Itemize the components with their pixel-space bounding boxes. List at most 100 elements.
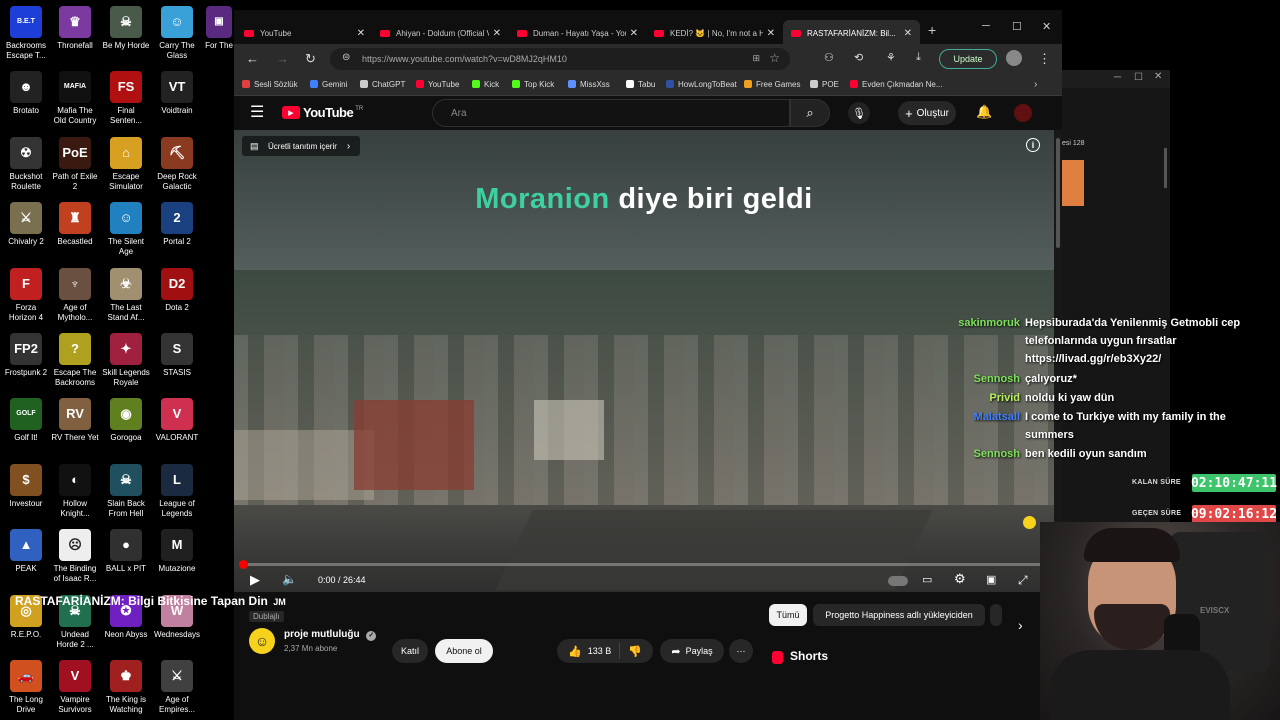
- chip-all[interactable]: Tümü: [769, 604, 807, 626]
- desktop-icon[interactable]: ☣ The Last Stand Af...: [101, 267, 151, 323]
- microphone-icon[interactable]: 🎙: [848, 102, 870, 124]
- desktop-icon[interactable]: L League of Legends: [152, 463, 202, 519]
- hamburger-menu-icon[interactable]: ☰: [250, 102, 264, 122]
- channel-watermark[interactable]: [1018, 516, 1040, 529]
- desktop-icon[interactable]: PoE Path of Exile 2: [50, 136, 100, 192]
- minimize-button[interactable]: ─: [982, 20, 990, 32]
- bookmark-item[interactable]: HowLongToBeat: [666, 80, 737, 89]
- desktop-icon[interactable]: VT Voidtrain: [152, 71, 202, 116]
- desktop-icon[interactable]: S STASIS: [152, 333, 202, 378]
- desktop-icon[interactable]: ✦ Skill Legends Royale: [101, 333, 151, 388]
- extension-icon[interactable]: ⚘: [886, 51, 896, 64]
- desktop-icon[interactable]: ♛ Thronefall: [50, 6, 100, 51]
- desktop-icon[interactable]: ⛏ Deep Rock Galactic: [152, 136, 202, 192]
- minimize-button[interactable]: ─: [1114, 72, 1121, 83]
- reload-icon[interactable]: ↻: [305, 51, 316, 67]
- desktop-icon[interactable]: D2 Dota 2: [152, 267, 202, 313]
- desktop-icon[interactable]: ? Escape The Backrooms: [50, 333, 100, 388]
- desktop-icon[interactable]: MAFIA Mafia The Old Country: [50, 71, 100, 126]
- desktop-icon[interactable]: M Mutazione: [152, 529, 202, 574]
- youtube-logo[interactable]: ▶ YouTube TR: [282, 105, 363, 120]
- progress-bar[interactable]: [242, 563, 1046, 566]
- install-app-icon[interactable]: ⊞: [752, 53, 760, 64]
- desktop-icon[interactable]: ♚ The King is Watching: [101, 660, 151, 715]
- forward-icon[interactable]: →: [276, 51, 289, 66]
- desktop-icon[interactable]: ☠ Slain Back From Hell: [101, 463, 151, 519]
- like-button[interactable]: 👍 133 B: [568, 643, 621, 659]
- bookmark-item[interactable]: Top Kick: [512, 80, 554, 89]
- browser-tab[interactable]: RASTAFARİANİZM: Bil... ✕: [783, 20, 920, 46]
- desktop-icon[interactable]: ● BALL x PIT: [101, 529, 151, 574]
- desktop-icon[interactable]: F Forza Horizon 4: [1, 267, 51, 323]
- desktop-icon[interactable]: ☺ The Silent Age: [101, 202, 151, 257]
- chip-from-uploader[interactable]: Progetto Happiness adlı yükleyiciden: [813, 604, 985, 626]
- bookmark-item[interactable]: MissXss: [568, 80, 610, 89]
- bookmark-item[interactable]: Evden Çıkmadan Ne...: [850, 80, 942, 89]
- chip-partial[interactable]: [990, 604, 1002, 626]
- close-tab-icon[interactable]: ✕: [767, 28, 775, 39]
- desktop-icon[interactable]: ☢ Buckshot Roulette: [1, 136, 51, 192]
- bookmark-item[interactable]: YouTube: [416, 80, 459, 89]
- bookmark-item[interactable]: Sesli Sözlük: [242, 80, 298, 89]
- site-info-icon[interactable]: ⊜: [342, 52, 350, 63]
- bookmark-item[interactable]: Kick: [472, 80, 499, 89]
- subtitles-icon[interactable]: ▭: [922, 573, 932, 586]
- profile-avatar[interactable]: [1006, 50, 1022, 66]
- video-player[interactable]: ▤ Ücretli tanıtım içerir › i Moranion di…: [234, 130, 1054, 592]
- desktop-icon[interactable]: ◉ Gorogoa: [101, 398, 151, 443]
- desktop-icon[interactable]: B.E.T Backrooms Escape T...: [1, 6, 51, 61]
- desktop-icon[interactable]: FP2 Frostpunk 2: [1, 333, 51, 378]
- channel-name[interactable]: proje mutluluğu ✓: [284, 629, 377, 641]
- close-tab-icon[interactable]: ✕: [630, 28, 638, 39]
- desktop-icon[interactable]: ☺ Carry The Glass: [152, 6, 202, 61]
- autoplay-toggle[interactable]: [888, 576, 908, 586]
- desktop-icon[interactable]: ♆ Age of Mytholo...: [50, 267, 100, 323]
- paid-promotion-chip[interactable]: ▤ Ücretli tanıtım içerir ›: [242, 136, 361, 156]
- maximize-button[interactable]: ☐: [1134, 72, 1143, 83]
- desktop-icon[interactable]: ▲ PEAK: [1, 529, 51, 574]
- search-input[interactable]: Ara: [432, 99, 790, 127]
- desktop-icon[interactable]: GOLF Golf It!: [1, 398, 51, 443]
- menu-dots-icon[interactable]: ⋮: [1038, 51, 1051, 67]
- back-icon[interactable]: ←: [246, 51, 259, 66]
- desktop-icon[interactable]: ⌂ Escape Simulator: [101, 136, 151, 192]
- desktop-icon[interactable]: ◐ Hollow Knight...: [50, 463, 100, 519]
- desktop-icon-partial[interactable]: ▣ For The: [205, 6, 233, 51]
- extension-icon[interactable]: ⟲: [854, 51, 863, 64]
- maximize-button[interactable]: ☐: [1012, 20, 1022, 33]
- bookmark-item[interactable]: POE: [810, 80, 839, 89]
- subscribe-button[interactable]: Abone ol: [435, 639, 493, 663]
- bookmarks-more-icon[interactable]: ›: [1034, 79, 1037, 90]
- desktop-icon[interactable]: 2 Portal 2: [152, 202, 202, 247]
- settings-gear-icon[interactable]: ⚙: [954, 571, 966, 587]
- bookmark-item[interactable]: Gemini: [310, 80, 347, 89]
- desktop-icon[interactable]: V Vampire Survivors: [50, 660, 100, 715]
- desktop-icon[interactable]: V VALORANT: [152, 398, 202, 443]
- close-window-button[interactable]: ✕: [1154, 71, 1162, 82]
- desktop-icon[interactable]: ☠ Be My Horde: [101, 6, 151, 51]
- update-button[interactable]: Update: [939, 49, 997, 69]
- channel-avatar[interactable]: ☺: [249, 628, 275, 654]
- downloads-icon[interactable]: ⤓: [916, 51, 921, 64]
- volume-icon[interactable]: 🔈: [282, 572, 297, 586]
- bookmark-star-icon[interactable]: ☆: [769, 51, 780, 65]
- info-icon[interactable]: i: [1026, 138, 1040, 152]
- extension-icon[interactable]: ⚇: [824, 51, 834, 64]
- progress-scrubber[interactable]: [239, 560, 248, 569]
- desktop-icon[interactable]: 🚗 The Long Drive: [1, 660, 51, 715]
- desktop-icon[interactable]: ⚔ Chivalry 2: [1, 202, 51, 247]
- desktop-icon[interactable]: FS Final Senten...: [101, 71, 151, 126]
- play-icon[interactable]: ▶: [250, 572, 260, 588]
- desktop-icon[interactable]: $ Investour: [1, 463, 51, 509]
- account-avatar[interactable]: [1014, 104, 1032, 122]
- desktop-icon[interactable]: ☹ The Binding of Isaac R...: [50, 529, 100, 584]
- bookmark-item[interactable]: ChatGPT: [360, 80, 405, 89]
- browser-tab[interactable]: YouTube ✕: [236, 20, 373, 46]
- dislike-button[interactable]: 👎: [620, 645, 642, 658]
- close-tab-icon[interactable]: ✕: [357, 28, 365, 39]
- browser-tab[interactable]: Duman - Hayatı Yaşa - You... ✕: [509, 20, 646, 46]
- desktop-icon[interactable]: ⚔ Age of Empires...: [152, 660, 202, 715]
- desktop-icon[interactable]: ♜ Becastled: [50, 202, 100, 247]
- close-window-button[interactable]: ✕: [1042, 20, 1051, 33]
- search-button[interactable]: ⌕: [790, 99, 830, 127]
